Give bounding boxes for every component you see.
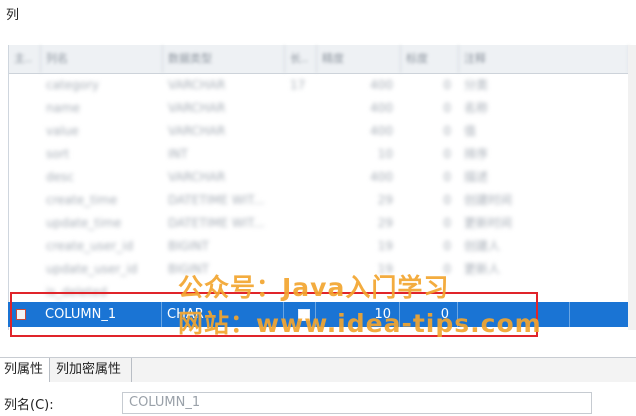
cell-name: desc — [46, 170, 74, 184]
watermark-line-2: 网站：www.idea-tips.com — [178, 309, 542, 338]
header-length[interactable]: 长.. — [285, 45, 317, 73]
cell-comment: 创建时间 — [464, 193, 513, 207]
cell-comment: 名称 — [464, 101, 489, 115]
table-row[interactable]: category VARCHAR 17 400 0 分类 — [9, 74, 629, 97]
cell-scale: 0 — [443, 193, 451, 207]
cell-comment: 更新时间 — [464, 216, 513, 230]
cell-comment: 值 — [464, 124, 477, 138]
table-row[interactable]: create_user_id BIGINT 19 0 创建人 — [9, 235, 629, 258]
column-name-input[interactable]: COLUMN_1 — [122, 392, 592, 414]
header-comment[interactable]: 注释 — [459, 45, 629, 73]
cell-type: VARCHAR — [168, 170, 226, 184]
cell-name: value — [46, 124, 79, 138]
cell-precision: 400 — [370, 170, 393, 184]
cell-precision: 29 — [377, 193, 393, 207]
cell-type: DATETIME WIT... — [168, 193, 265, 207]
cell-precision: 29 — [377, 216, 393, 230]
property-tabs: 列属性 列加密属性 — [0, 357, 636, 382]
table-row[interactable]: create_time DATETIME WIT... 29 0 创建时间 — [9, 189, 629, 212]
cell-scale: 0 — [443, 101, 451, 115]
header-precision[interactable]: 精度 — [317, 45, 401, 73]
header-primary-key[interactable]: 主.. — [9, 45, 41, 73]
cell-scale: 0 — [443, 216, 451, 230]
cell-type: VARCHAR — [168, 124, 226, 138]
cell-precision: 400 — [370, 124, 393, 138]
cell-type: DATETIME WIT... — [168, 216, 265, 230]
cell-precision: 400 — [370, 78, 393, 92]
table-row[interactable]: update_time DATETIME WIT... 29 0 更新时间 — [9, 212, 629, 235]
table-row[interactable]: sort INT 10 0 排序 — [9, 143, 629, 166]
cell-scale: 0 — [443, 124, 451, 138]
header-scale[interactable]: 标度 — [401, 45, 459, 73]
cell-name: update_user_id — [46, 262, 138, 276]
cell-type: INT — [168, 147, 188, 161]
cell-precision: 400 — [370, 101, 393, 115]
column-name-label: 列名(C): — [4, 398, 54, 413]
cell-scale: 0 — [443, 239, 451, 253]
cell-name: sort — [46, 147, 70, 161]
cell-type: VARCHAR — [168, 78, 226, 92]
cell-name: category — [46, 78, 100, 92]
cell-name: create_time — [46, 193, 118, 207]
cell-comment: 描述 — [464, 170, 489, 184]
cell-comment: 创建人 — [464, 239, 501, 253]
cell-precision: 19 — [377, 239, 393, 253]
cell-type: BIGINT — [168, 239, 209, 253]
tab-column-encryption-properties[interactable]: 列加密属性 — [50, 358, 132, 382]
tab-column-properties[interactable]: 列属性 — [0, 358, 50, 382]
cell-precision: 10 — [377, 147, 393, 161]
cell-name: name — [46, 101, 81, 115]
header-column-name[interactable]: 列名 — [41, 45, 163, 73]
cell-comment: 排序 — [464, 147, 489, 161]
cell-comment: 分类 — [464, 78, 489, 92]
vertical-scrollbar[interactable] — [628, 45, 636, 330]
column-name-property: 列名(C): COLUMN_1 — [0, 390, 636, 416]
cell-scale: 0 — [443, 170, 451, 184]
cell-scale: 0 — [443, 147, 451, 161]
header-data-type[interactable]: 数据类型 — [163, 45, 285, 73]
table-row[interactable]: name VARCHAR 400 0 名称 — [9, 97, 629, 120]
table-row[interactable]: value VARCHAR 400 0 值 — [9, 120, 629, 143]
cell-comment: 更新人 — [464, 262, 501, 276]
watermark-line-1: 公众号：Java入门学习 — [178, 273, 450, 302]
cell-scale: 0 — [443, 78, 451, 92]
cell-name: create_user_id — [46, 239, 134, 253]
window-title-fragment: 列 — [6, 8, 20, 23]
grid-header: 主.. 列名 数据类型 长.. 精度 标度 注释 — [9, 45, 629, 74]
table-row[interactable]: desc VARCHAR 400 0 描述 — [9, 166, 629, 189]
cell-type: VARCHAR — [168, 101, 226, 115]
cell-length: 17 — [290, 78, 306, 92]
cell-name: update_time — [46, 216, 122, 230]
